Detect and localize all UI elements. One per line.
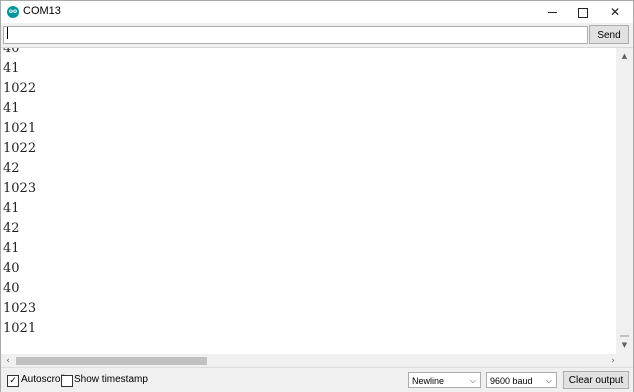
window-title: COM13 bbox=[23, 5, 61, 17]
horizontal-scrollbar[interactable]: ‹ › bbox=[1, 354, 633, 368]
title-bar[interactable]: oo COM13 ✕ bbox=[1, 1, 633, 23]
send-row: Send bbox=[1, 23, 633, 47]
output-line: 1021 bbox=[3, 321, 37, 336]
serial-monitor-window: oo COM13 ✕ Send 40 41 1022 41 1021 1022 42 1023… bbox=[0, 0, 634, 392]
send-button[interactable]: Send bbox=[589, 25, 629, 44]
maximize-icon bbox=[578, 7, 588, 18]
output-line: 1022 bbox=[3, 81, 37, 96]
output-line: 1023 bbox=[3, 181, 37, 196]
arduino-icon: oo bbox=[7, 6, 19, 18]
horizontal-scroll-thumb[interactable] bbox=[16, 357, 207, 365]
minimize-button[interactable] bbox=[536, 1, 568, 23]
output-line: 41 bbox=[3, 201, 20, 216]
scroll-up-icon[interactable]: ▲ bbox=[616, 48, 633, 65]
output-lines: 40 41 1022 41 1021 1022 42 1023 41 42 41 40 40 1023 10… bbox=[3, 48, 613, 347]
output-line: 42 bbox=[3, 221, 20, 236]
baud-rate-select[interactable]: 9600 baud ⌵ bbox=[486, 372, 557, 388]
text-caret bbox=[7, 27, 8, 39]
autoscroll-checkbox[interactable]: ✓ bbox=[7, 375, 19, 387]
output-line: 40 bbox=[3, 281, 20, 296]
minimize-icon bbox=[547, 12, 557, 13]
clear-output-button[interactable]: Clear output bbox=[563, 371, 629, 389]
vertical-scrollbar[interactable]: ▲ ▼ bbox=[616, 48, 633, 354]
output-viewport: 40 41 1022 41 1021 1022 42 1023 41 42 41 40 40 1023 10… bbox=[1, 48, 616, 354]
output-line: 41 bbox=[3, 101, 20, 116]
send-input[interactable] bbox=[3, 26, 588, 44]
timestamp-label[interactable]: Show timestamp bbox=[74, 374, 148, 385]
maximize-button[interactable] bbox=[567, 1, 599, 23]
serial-output[interactable]: 40 41 1022 41 1021 1022 42 1023 41 42 41 40 40 1023 10… bbox=[1, 47, 633, 368]
close-icon: ✕ bbox=[609, 5, 621, 19]
bottom-toolbar: ✓ Autoscroll Show timestamp Newline ⌵ 96… bbox=[1, 367, 633, 392]
output-line: 1021 bbox=[3, 121, 37, 136]
baud-rate-value: 9600 baud bbox=[490, 376, 533, 386]
chevron-down-icon: ⌵ bbox=[545, 376, 552, 385]
scroll-left-icon[interactable]: ‹ bbox=[1, 354, 15, 368]
output-line: 1023 bbox=[3, 301, 37, 316]
line-ending-select[interactable]: Newline ⌵ bbox=[408, 372, 481, 388]
line-ending-value: Newline bbox=[412, 376, 445, 386]
output-line: 40 bbox=[3, 261, 20, 276]
output-line: 41 bbox=[3, 241, 20, 256]
scroll-down-icon[interactable]: ▼ bbox=[616, 337, 633, 354]
chevron-down-icon: ⌵ bbox=[469, 376, 476, 385]
close-button[interactable]: ✕ bbox=[599, 1, 631, 23]
output-line: 40 bbox=[3, 48, 20, 56]
autoscroll-label[interactable]: Autoscroll bbox=[21, 374, 65, 385]
output-line: 1022 bbox=[3, 141, 37, 156]
output-line: 41 bbox=[3, 61, 20, 76]
output-line: 42 bbox=[3, 161, 20, 176]
scroll-right-icon[interactable]: › bbox=[606, 354, 620, 368]
timestamp-checkbox[interactable] bbox=[61, 375, 73, 387]
